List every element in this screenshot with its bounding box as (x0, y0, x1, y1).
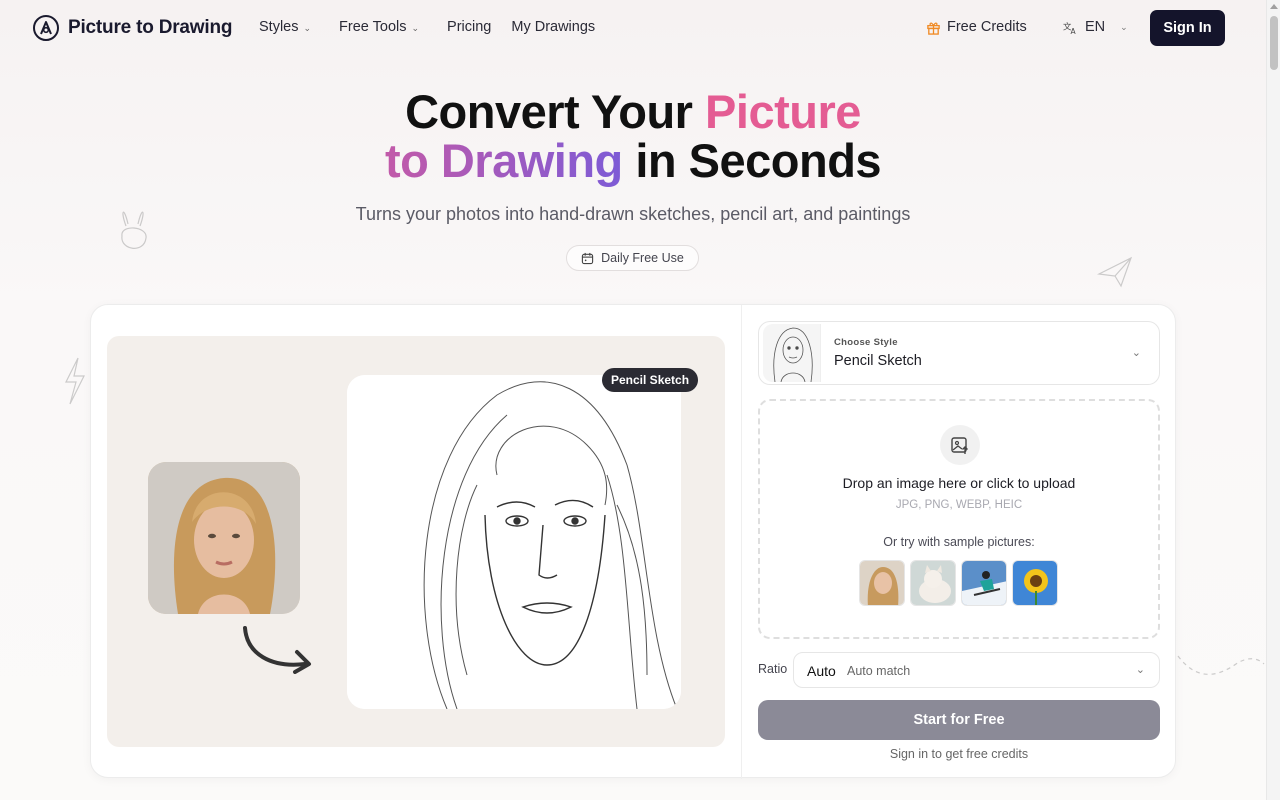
daily-free-use-label: Daily Free Use (601, 251, 684, 265)
sample-cat[interactable] (910, 560, 956, 606)
nav-pricing-label: Pricing (447, 19, 492, 35)
skier-sample-illustration (962, 561, 1006, 605)
nav-styles[interactable]: Styles ⌄ (259, 19, 311, 35)
choose-style-dropdown[interactable]: Choose Style Pencil Sketch ⌄ (758, 321, 1160, 385)
chevron-down-icon: ⌄ (1135, 664, 1145, 676)
gift-icon (927, 22, 940, 35)
sketch-thumbnail-illustration (763, 324, 820, 382)
logo-text: Picture to Drawing (68, 17, 233, 38)
chevron-down-icon: ⌄ (1120, 21, 1128, 32)
cat-sample-illustration (911, 561, 955, 605)
daily-free-use-badge: Daily Free Use (566, 245, 699, 271)
start-for-free-button[interactable]: Start for Free (758, 700, 1160, 740)
nav-styles-label: Styles (259, 19, 299, 35)
style-thumbnail (763, 324, 821, 382)
translate-icon: 文 A (1063, 21, 1077, 35)
nav-my-drawings[interactable]: My Drawings (511, 19, 595, 35)
original-photo (148, 462, 300, 614)
free-credits-label: Free Credits (947, 19, 1027, 35)
sample-skier[interactable] (961, 560, 1007, 606)
logo[interactable]: Picture to Drawing (33, 15, 232, 41)
upload-dropzone[interactable]: Drop an image here or click to upload JP… (758, 399, 1160, 639)
chevron-down-icon: ⌄ (1131, 347, 1141, 359)
hero-title-highlight2: to Drawing (384, 134, 623, 187)
ratio-hint: Auto match (847, 664, 911, 678)
choose-style-label: Choose Style (834, 337, 898, 348)
chevron-down-icon: ⌄ (303, 22, 312, 33)
sample-sunflower[interactable] (1012, 560, 1058, 606)
sketch-portrait-illustration (347, 375, 681, 709)
sunflower-sample-illustration (1013, 561, 1057, 605)
hero-subtitle: Turns your photos into hand-drawn sketch… (355, 204, 911, 224)
svg-text:A: A (1071, 27, 1077, 35)
sign-in-button[interactable]: Sign In (1150, 10, 1225, 46)
converter-card: Pencil Sketch Choose Style Pencil Sketch… (90, 304, 1176, 779)
language-selector[interactable]: 文 A EN ⌄ (1063, 19, 1128, 35)
nav-my-drawings-label: My Drawings (511, 19, 596, 35)
sample-pictures (859, 560, 1058, 606)
scroll-up-arrow-icon[interactable] (1270, 4, 1278, 9)
panel-divider (741, 305, 742, 779)
language-label: EN (1085, 19, 1106, 35)
nav-free-tools-label: Free Tools (339, 19, 407, 35)
sample-pictures-label: Or try with sample pictures: (883, 535, 1035, 549)
lightning-doodle-icon (65, 357, 85, 405)
scrollbar-thumb[interactable] (1270, 16, 1278, 70)
chevron-down-icon: ⌄ (411, 22, 420, 33)
signin-hint: Sign in to get free credits (889, 747, 1029, 761)
hero-title-part1: Convert Your (405, 85, 706, 138)
dashed-curve-doodle-icon (1177, 655, 1265, 675)
upload-formats: JPG, PNG, WEBP, HEIC (895, 499, 1023, 511)
free-credits-link[interactable]: Free Credits (926, 19, 1027, 35)
hero-title: Convert Your Picture to Drawing in Secon… (0, 87, 1266, 185)
site-header: Picture to Drawing Styles ⌄ Free Tools ⌄… (0, 0, 1266, 56)
hero-title-highlight1: Picture (705, 85, 861, 138)
demo-preview: Pencil Sketch (107, 336, 725, 747)
page-scrollbar[interactable] (1266, 0, 1280, 800)
upload-instruction: Drop an image here or click to upload (842, 475, 1076, 491)
main-nav: Styles ⌄ Free Tools ⌄ Pricing My Drawing… (259, 19, 615, 35)
sample-woman-portrait[interactable] (859, 560, 905, 606)
hero-title-part2: in Seconds (622, 134, 882, 187)
style-tag: Pencil Sketch (602, 368, 699, 392)
nav-pricing[interactable]: Pricing (447, 19, 491, 35)
calendar-icon (581, 252, 594, 264)
ratio-value: Auto (807, 663, 836, 679)
curved-arrow-icon (243, 626, 311, 674)
woman-sample-illustration (860, 561, 904, 605)
upload-image-icon (940, 425, 980, 465)
choose-style-value: Pencil Sketch (834, 353, 922, 369)
image-upload-glyph (951, 437, 968, 454)
pencil-sketch-result (347, 375, 681, 709)
logo-mark-icon (33, 15, 59, 41)
paper-plane-doodle-icon (1097, 256, 1133, 288)
nav-free-tools[interactable]: Free Tools ⌄ (339, 19, 419, 35)
ratio-label: Ratio (758, 662, 788, 676)
ratio-dropdown[interactable]: Auto Auto match ⌄ (793, 652, 1160, 688)
woman-photo-illustration (148, 462, 300, 614)
